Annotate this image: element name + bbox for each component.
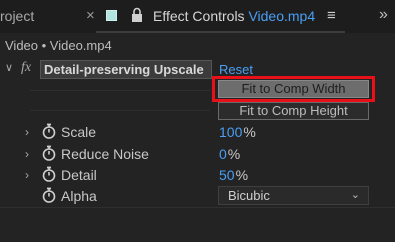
- alpha-select[interactable]: Bicubic ⌄: [218, 186, 369, 205]
- property-row-alpha: Alpha Bicubic ⌄: [0, 186, 395, 206]
- chevron-down-icon: ⌄: [350, 189, 360, 201]
- tab-title-file[interactable]: Video.mp4: [248, 8, 315, 24]
- property-row-reduce-noise: › Reduce Noise 0%: [0, 144, 395, 164]
- tab-effect-controls[interactable]: Effect Controls Video.mp4: [153, 8, 315, 24]
- stopwatch-icon[interactable]: [41, 187, 57, 203]
- tab-project[interactable]: roject: [0, 8, 34, 24]
- active-tab-underline: [96, 31, 345, 33]
- divider: [30, 110, 210, 111]
- panel-tab-bar: roject × Effect Controls Video.mp4 ≡ »: [0, 0, 395, 33]
- scale-value[interactable]: 100: [219, 124, 242, 140]
- divider: [0, 207, 395, 208]
- unit-label: %: [227, 146, 241, 162]
- property-row-detail: › Detail 50%: [0, 165, 395, 185]
- property-value-reduce-noise[interactable]: 0%: [219, 146, 240, 162]
- lock-icon[interactable]: [131, 7, 143, 23]
- effect-name: Detail-preserving Upscale: [44, 62, 204, 77]
- stopwatch-icon[interactable]: [41, 123, 57, 139]
- property-label: Alpha: [61, 188, 97, 204]
- detail-value[interactable]: 50: [219, 167, 235, 183]
- chevron-right-icon[interactable]: ›: [25, 147, 29, 161]
- property-value-scale[interactable]: 100%: [219, 124, 256, 140]
- reset-link[interactable]: Reset: [219, 62, 253, 77]
- divider: [30, 90, 210, 91]
- fx-toggle-icon[interactable]: fx: [21, 60, 31, 76]
- stopwatch-icon[interactable]: [41, 166, 57, 182]
- panel-menu-icon[interactable]: ≡: [327, 7, 336, 24]
- fit-to-comp-height-button[interactable]: Fit to Comp Height: [218, 102, 369, 120]
- overflow-chevron-icon[interactable]: »: [379, 6, 388, 24]
- chevron-right-icon[interactable]: ›: [25, 125, 29, 139]
- close-icon[interactable]: ×: [86, 7, 95, 24]
- unit-label: %: [235, 167, 249, 183]
- tab-title-prefix: Effect Controls: [153, 8, 249, 24]
- property-value-detail[interactable]: 50%: [219, 167, 248, 183]
- breadcrumb: Video • Video.mp4: [5, 38, 112, 53]
- property-row-scale: › Scale 100%: [0, 122, 395, 142]
- reduce-noise-value[interactable]: 0: [219, 146, 227, 162]
- property-label: Detail: [61, 167, 97, 183]
- label-color-swatch: [106, 10, 117, 21]
- unit-label: %: [243, 124, 256, 140]
- highlight-box: [212, 76, 375, 102]
- chevron-right-icon[interactable]: ›: [25, 168, 29, 182]
- property-label: Scale: [61, 124, 97, 140]
- property-label: Reduce Noise: [61, 146, 149, 162]
- stopwatch-icon[interactable]: [41, 145, 57, 161]
- alpha-selected-value: Bicubic: [228, 188, 270, 203]
- chevron-down-icon[interactable]: ∨: [5, 61, 13, 74]
